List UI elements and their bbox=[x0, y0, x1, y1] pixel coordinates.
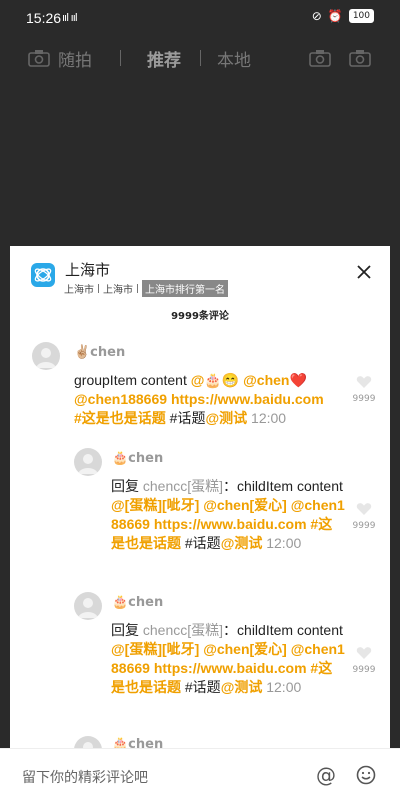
topic-link[interactable]: #这是也是话题 bbox=[74, 410, 166, 426]
like-count: 9999 bbox=[352, 665, 376, 675]
comment-text: groupItem content bbox=[74, 372, 191, 388]
tab-divider bbox=[120, 50, 121, 66]
comment-author[interactable]: 🎂chen bbox=[112, 595, 163, 610]
rank-badge: 上海市排行第一名 bbox=[142, 280, 228, 297]
comment-text: ：childItem content bbox=[223, 478, 343, 494]
avatar[interactable] bbox=[32, 342, 60, 370]
reply-item: 🎂chen 回复 chencc[蛋糕]：childItem content @[… bbox=[10, 446, 390, 586]
avatar[interactable] bbox=[74, 592, 102, 620]
like-count: 9999 bbox=[352, 394, 376, 404]
divider bbox=[137, 284, 138, 293]
topic-text: #话题 bbox=[165, 410, 206, 426]
like-button[interactable]: 9999 bbox=[350, 501, 378, 531]
comment-time: 12:00 bbox=[266, 679, 302, 695]
camera-icon[interactable] bbox=[309, 49, 331, 67]
location-city: 上海市 bbox=[103, 285, 133, 296]
tab-suipai[interactable]: 随拍 bbox=[58, 46, 92, 71]
divider bbox=[98, 284, 99, 293]
top-nav: 随拍 推荐 本地 bbox=[0, 38, 400, 78]
url-link[interactable]: https://www.baidu.com bbox=[154, 660, 307, 676]
avatar[interactable] bbox=[74, 736, 102, 748]
mention-icon[interactable]: @ bbox=[316, 763, 336, 787]
comment-item: ✌🏼chen groupItem content @🎂😁 @chen❤️ @che… bbox=[10, 338, 390, 458]
location-icon bbox=[31, 263, 55, 287]
mention-link[interactable]: @chen188669 bbox=[74, 391, 167, 407]
url-link[interactable]: https://www.baidu.com bbox=[154, 516, 307, 532]
like-button[interactable]: 9999 bbox=[350, 645, 378, 675]
comment-text: ：childItem content bbox=[223, 622, 343, 638]
location-subtitle: 上海市 上海市 上海市排行第一名 bbox=[64, 280, 228, 297]
tab-local[interactable]: 本地 bbox=[217, 46, 251, 71]
avatar[interactable] bbox=[74, 448, 102, 476]
mention-link[interactable]: @chen❤️ bbox=[243, 372, 307, 388]
mention-link[interactable]: @测试 bbox=[205, 410, 247, 426]
reply-item: 🎂chen 回复 chencc[蛋糕]：childItem content @[… bbox=[10, 590, 390, 730]
location-title[interactable]: 上海市 bbox=[65, 259, 110, 280]
alarm-icon: ⏰ bbox=[327, 9, 343, 23]
emoji-mention[interactable]: @🎂😁 bbox=[191, 372, 243, 388]
signal-icon: ııl ııl bbox=[62, 11, 78, 24]
comment-author[interactable]: 🎂chen bbox=[112, 451, 163, 466]
heart-icon bbox=[356, 647, 372, 659]
topic-text: #话题 bbox=[181, 535, 221, 551]
comment-body: groupItem content @🎂😁 @chen❤️ @chen188669… bbox=[74, 371, 350, 428]
topic-text: #话题 bbox=[181, 679, 221, 695]
comment-input[interactable]: 留下你的精彩评论吧 bbox=[22, 767, 148, 787]
camera-icon[interactable] bbox=[28, 49, 50, 67]
emoji-icon[interactable] bbox=[356, 765, 376, 785]
status-time: 15:26 bbox=[26, 10, 62, 26]
comment-author[interactable]: ✌🏼chen bbox=[74, 345, 125, 360]
reply-target[interactable]: chencc[蛋糕] bbox=[143, 622, 223, 638]
comment-count: 9999条评论 bbox=[171, 311, 229, 322]
url-link[interactable]: https://www.baidu.com bbox=[171, 391, 324, 407]
comment-body: 回复 chencc[蛋糕]：childItem content @[蛋糕][呲牙… bbox=[111, 477, 346, 553]
reply-target[interactable]: chencc[蛋糕] bbox=[143, 478, 223, 494]
mention-link[interactable]: @测试 bbox=[221, 535, 263, 551]
like-button[interactable]: 9999 bbox=[350, 374, 378, 404]
vibrate-icon: ⊘ bbox=[311, 9, 322, 23]
comment-time: 12:00 bbox=[266, 535, 302, 551]
heart-icon bbox=[356, 503, 372, 515]
reply-item: 🎂chen bbox=[10, 734, 390, 748]
heart-icon bbox=[356, 376, 372, 388]
reply-prefix: 回复 bbox=[111, 478, 143, 494]
close-icon[interactable] bbox=[356, 264, 372, 280]
location-city: 上海市 bbox=[64, 285, 94, 296]
mention-link[interactable]: @测试 bbox=[221, 679, 263, 695]
reply-prefix: 回复 bbox=[111, 622, 143, 638]
battery-icon: 100 bbox=[348, 9, 374, 23]
tab-divider bbox=[200, 50, 201, 66]
comment-input-bar: 留下你的精彩评论吧 @ bbox=[0, 748, 400, 800]
tab-recommend[interactable]: 推荐 bbox=[147, 46, 181, 71]
comment-author[interactable]: 🎂chen bbox=[112, 737, 163, 748]
comment-time: 12:00 bbox=[251, 410, 287, 426]
location-header: 上海市 上海市 上海市 上海市排行第一名 bbox=[10, 246, 390, 302]
comment-sheet: 上海市 上海市 上海市 上海市排行第一名 9999条评论 ✌🏼chen grou… bbox=[10, 246, 390, 800]
status-icons: ⊘ ⏰ 100 bbox=[312, 9, 374, 23]
comment-body: 回复 chencc[蛋糕]：childItem content @[蛋糕][呲牙… bbox=[111, 621, 346, 697]
status-bar: 15:26 ııl ııl ⊘ ⏰ 100 bbox=[0, 0, 400, 36]
camera-icon[interactable] bbox=[349, 49, 371, 67]
like-count: 9999 bbox=[352, 521, 376, 531]
